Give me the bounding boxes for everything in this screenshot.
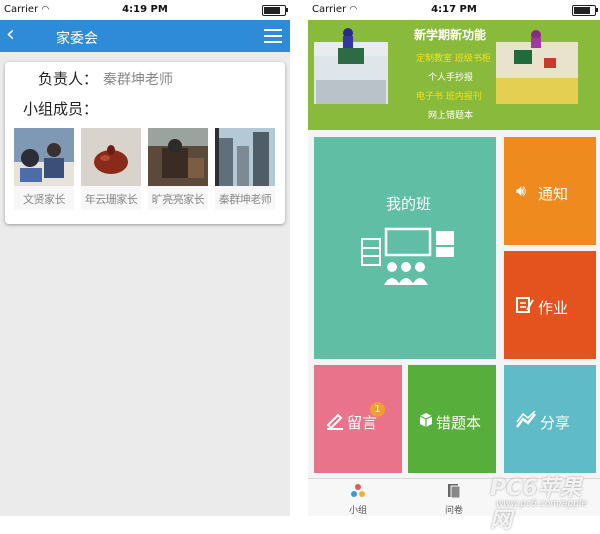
left-phone-screen: Carrier ◠ 4:19 PM ‹ 家委会 负责人： 秦群坤老师 小组成员：… — [0, 0, 290, 516]
status-bar: Carrier ◠ 4:19 PM — [0, 0, 290, 20]
member-item[interactable]: 秦群坤老师 — [215, 128, 275, 210]
member-name: 秦群坤老师 — [218, 193, 272, 206]
banner-line: 定制教室 班级书柜 — [416, 54, 491, 64]
banner-title: 新学期新功能 — [414, 28, 487, 42]
tab-group[interactable]: 小组 — [318, 479, 398, 516]
tile-message[interactable]: 留言 1 — [314, 365, 402, 473]
feature-banner[interactable]: 新学期新功能 定制教室 班级书柜 个人手抄报 电子书 班内报刊 网上错题本 — [308, 20, 600, 130]
status-bar: Carrier ◠ 4:17 PM — [308, 0, 600, 20]
member-item[interactable]: 旷亮亮家长 — [148, 128, 208, 210]
tile-my-class[interactable]: 我的班 — [314, 137, 496, 359]
group-icon — [351, 484, 365, 497]
member-name: 年云珊家长 — [84, 193, 138, 206]
battery-icon — [262, 5, 288, 16]
member-name: 文贤家长 — [23, 193, 66, 206]
status-time: 4:17 PM — [431, 4, 477, 15]
members-grid: 文贤家长 年云珊家长 旷亮亮家长 秦群坤老师 — [14, 128, 276, 210]
chevron-left-icon[interactable]: ‹ — [6, 23, 15, 47]
member-name: 旷亮亮家长 — [151, 193, 205, 206]
unread-badge: 1 — [370, 402, 385, 417]
battery-icon — [572, 5, 598, 16]
tile-label: 错题本 — [436, 414, 482, 432]
right-phone-screen: Carrier ◠ 4:17 PM 新学期新功能 定制教室 班级书柜 个人手抄报… — [308, 0, 600, 516]
member-photo — [215, 128, 275, 186]
pencil-icon — [326, 413, 343, 430]
page-title: 家委会 — [56, 31, 98, 47]
box-icon — [419, 413, 433, 427]
member-item[interactable]: 年云珊家长 — [81, 128, 141, 210]
banner-line: 电子书 班内报刊 — [416, 92, 482, 102]
speaker-icon: 🔊︎ — [516, 181, 527, 200]
tile-homework[interactable]: 作业 — [504, 251, 596, 359]
member-photo — [14, 128, 74, 186]
classroom-icon — [361, 227, 454, 285]
document-icon — [448, 484, 461, 499]
banner-line: 网上错题本 — [428, 111, 474, 121]
tile-label: 通知 — [538, 185, 569, 203]
member-photo — [81, 128, 141, 186]
leader-value: 秦群坤老师 — [103, 72, 173, 88]
tile-mistake-book[interactable]: 错题本 — [408, 365, 496, 473]
member-photo — [148, 128, 208, 186]
tab-label: 小组 — [348, 506, 367, 516]
tile-notice[interactable]: 🔊︎ 通知 — [504, 137, 596, 245]
tile-share[interactable]: 分享 — [504, 365, 596, 473]
members-label: 小组成员： — [23, 100, 99, 118]
nav-bar: ‹ 家委会 — [0, 20, 290, 52]
tab-label: 问卷 — [444, 506, 463, 516]
tile-label: 我的班 — [386, 195, 432, 213]
hamburger-menu-icon[interactable] — [264, 29, 282, 43]
share-chart-icon — [516, 411, 536, 428]
committee-card: 负责人： 秦群坤老师 小组成员： 文贤家长 年云珊家长 旷亮亮家长 秦群坤老师 — [5, 62, 285, 224]
leader-label: 负责人： — [38, 70, 99, 88]
tile-label: 作业 — [538, 299, 569, 317]
homework-icon — [516, 297, 534, 313]
tab-questionnaire[interactable]: 问卷 — [414, 479, 494, 516]
watermark-url: www.pc6.com/apple — [496, 499, 587, 509]
tile-label: 分享 — [540, 414, 571, 432]
banner-line: 个人手抄报 — [428, 73, 474, 83]
status-time: 4:19 PM — [122, 4, 168, 15]
member-item[interactable]: 文贤家长 — [14, 128, 74, 210]
